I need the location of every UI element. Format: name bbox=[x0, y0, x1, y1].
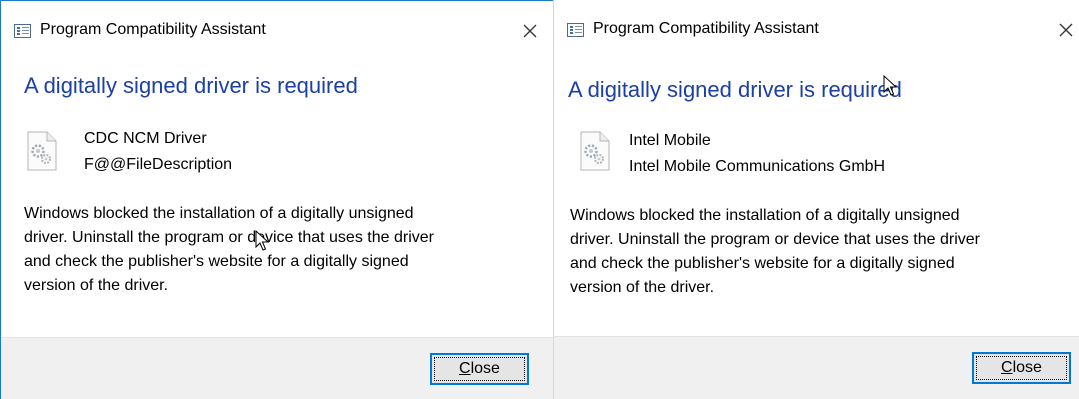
message-text: Windows blocked the installation of a di… bbox=[570, 204, 980, 300]
screenshot-stage: Program Compatibility Assistant A digita… bbox=[0, 0, 1079, 399]
close-button-label: lose bbox=[470, 360, 500, 377]
title-bar[interactable]: Program Compatibility Assistant bbox=[554, 0, 1079, 60]
close-button[interactable]: Close bbox=[430, 353, 529, 385]
message-line: driver. Uninstall the program or device … bbox=[24, 229, 434, 246]
title-bar[interactable]: Program Compatibility Assistant bbox=[1, 1, 553, 61]
dialog-footer: Close bbox=[1, 337, 553, 399]
close-button-mnemonic: C bbox=[1001, 359, 1013, 376]
message-line: version of the driver. bbox=[24, 277, 169, 294]
dialog-heading: A digitally signed driver is required bbox=[24, 73, 358, 98]
message-line: Windows blocked the installation of a di… bbox=[24, 205, 414, 222]
message-line: Windows blocked the installation of a di… bbox=[570, 207, 960, 224]
close-button-label: lose bbox=[1012, 359, 1042, 376]
driver-gear-file-icon bbox=[580, 131, 610, 171]
program-compatibility-icon bbox=[14, 24, 31, 38]
compatibility-dialog-cdc-ncm: Program Compatibility Assistant A digita… bbox=[0, 0, 554, 399]
close-button-mnemonic: C bbox=[459, 360, 471, 377]
message-line: and check the publisher's website for a … bbox=[24, 253, 409, 270]
driver-name: CDC NCM Driver bbox=[84, 130, 207, 147]
message-line: and check the publisher's website for a … bbox=[570, 255, 955, 272]
close-icon[interactable] bbox=[516, 17, 544, 45]
driver-gear-file-icon bbox=[27, 131, 57, 171]
message-line: driver. Uninstall the program or device … bbox=[570, 231, 980, 248]
driver-publisher: F@@FileDescription bbox=[84, 156, 233, 173]
compatibility-dialog-intel-mobile: Program Compatibility Assistant A digita… bbox=[553, 0, 1079, 399]
window-title: Program Compatibility Assistant bbox=[593, 20, 819, 37]
close-icon[interactable] bbox=[1052, 16, 1079, 44]
driver-publisher: Intel Mobile Communications GmbH bbox=[629, 158, 886, 175]
message-line: version of the driver. bbox=[570, 279, 715, 296]
window-title: Program Compatibility Assistant bbox=[40, 21, 266, 38]
close-button[interactable]: Close bbox=[972, 352, 1071, 384]
dialog-footer: Close bbox=[554, 336, 1079, 399]
program-compatibility-icon bbox=[567, 23, 584, 37]
driver-name: Intel Mobile bbox=[629, 132, 711, 149]
message-text: Windows blocked the installation of a di… bbox=[24, 202, 434, 298]
dialog-heading: A digitally signed driver is required bbox=[568, 77, 902, 102]
